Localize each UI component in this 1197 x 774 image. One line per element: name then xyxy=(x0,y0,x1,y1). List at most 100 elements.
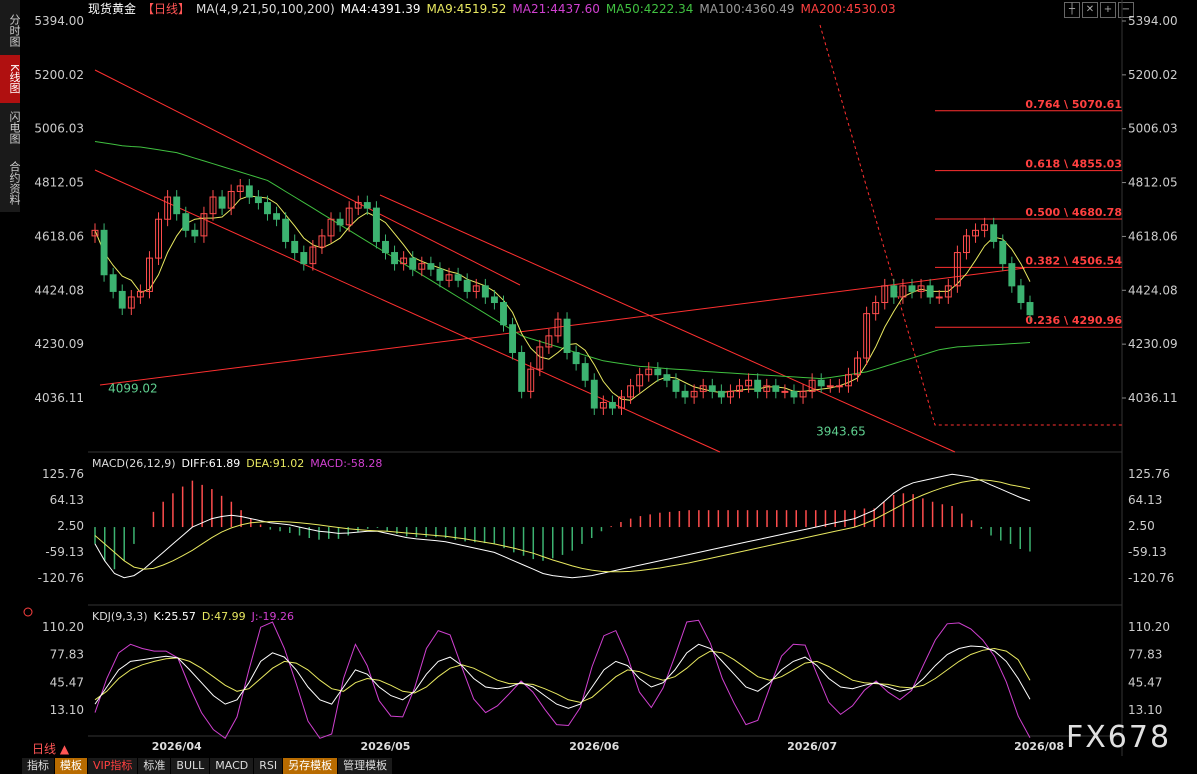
candle-body xyxy=(590,379,598,409)
candle-body xyxy=(654,368,662,376)
price-tick-left-4: 4618.06 xyxy=(34,229,84,243)
trend-line-lower xyxy=(94,169,721,453)
kdj-tick-left-1: 77.83 xyxy=(50,648,84,662)
bottom-tab-5[interactable]: MACD xyxy=(210,758,254,774)
bottom-tab-1[interactable]: 模板 xyxy=(55,758,87,774)
price-tick-left-7: 4036.11 xyxy=(34,391,84,405)
candle-body xyxy=(191,229,199,237)
candle-body xyxy=(999,240,1007,265)
candle-body xyxy=(581,363,589,381)
price-tick-left-5: 4424.08 xyxy=(34,283,84,297)
bottom-tab-2[interactable]: VIP指标 xyxy=(88,758,138,774)
candle-body xyxy=(1026,302,1034,316)
kdj-j-line xyxy=(94,619,1031,740)
kdj-tick-right-0: 110.20 xyxy=(1128,620,1170,634)
candle-body xyxy=(264,202,271,215)
fx678-logo: FX678 xyxy=(1066,720,1172,755)
price-tick-left-6: 4230.09 xyxy=(34,337,84,351)
price-tick-left-1: 5200.02 xyxy=(34,68,84,82)
candle-body xyxy=(218,196,226,209)
candle-body xyxy=(935,296,943,299)
candle-body xyxy=(908,285,916,292)
price-tick-right-4: 4618.06 xyxy=(1128,229,1178,243)
kdj-tick-left-3: 13.10 xyxy=(50,703,84,717)
candle-body xyxy=(436,268,444,281)
macd-tick-right-4: -120.76 xyxy=(1128,571,1174,585)
time-tick-4: 2026/08 xyxy=(1014,740,1064,753)
candle-body xyxy=(518,351,526,392)
bottom-tab-6[interactable]: RSI xyxy=(254,758,283,774)
candle-body xyxy=(1017,285,1025,304)
bottom-tab-0[interactable]: 指标 xyxy=(22,758,54,774)
indicator-settings-icon xyxy=(23,607,33,617)
period-selector[interactable]: 日线 ▲ xyxy=(32,740,69,757)
candle-body xyxy=(754,379,762,392)
kdj-tick-left-2: 45.47 xyxy=(50,675,84,689)
time-tick-2: 2026/06 xyxy=(569,740,619,753)
candle-body xyxy=(481,285,489,298)
bottom-tab-4[interactable]: BULL xyxy=(171,758,210,774)
ma50-line xyxy=(94,141,1031,380)
bottom-tab-8[interactable]: 管理模板 xyxy=(338,758,393,774)
kdj-tick-left-0: 110.20 xyxy=(42,620,84,634)
candle-body xyxy=(708,385,716,392)
candle-body xyxy=(1008,263,1016,287)
candle-body xyxy=(717,390,725,398)
candle-body xyxy=(990,224,998,242)
macd-tick-left-2: 2.50 xyxy=(57,519,84,533)
price-tick-right-3: 4812.05 xyxy=(1128,176,1178,190)
chart-canvas[interactable]: 5394.00 5394.00 5200.02 5200.02 5006.03 5006.… xyxy=(0,0,1197,774)
fib-level-label-2: 0.500 \ 4680.78 xyxy=(1025,206,1122,219)
candle-body xyxy=(273,213,281,220)
macd-dea-line xyxy=(94,479,1031,573)
candle-body xyxy=(509,324,517,353)
candle-body xyxy=(118,290,126,309)
candle-body xyxy=(890,285,898,298)
candle-body xyxy=(572,351,580,365)
price-tick-right-1: 5200.02 xyxy=(1128,68,1178,82)
fib-level-label-0: 0.764 \ 5070.61 xyxy=(1025,98,1122,111)
candle-body xyxy=(254,196,262,204)
price-tick-right-2: 5006.03 xyxy=(1128,122,1178,136)
candle-body xyxy=(781,390,789,393)
kdj-tick-right-2: 45.47 xyxy=(1128,675,1162,689)
macd-diff-line xyxy=(94,473,1031,579)
candle-body xyxy=(500,302,507,326)
candle-body xyxy=(363,202,371,209)
candle-body xyxy=(672,379,680,392)
price-tick-left-0: 5394.00 xyxy=(34,14,84,28)
macd-tick-right-3: -59.13 xyxy=(1128,545,1167,559)
candle-body xyxy=(926,285,934,298)
candle-body xyxy=(817,379,825,387)
bottom-toolbar: 指标 模板 VIP指标 标准 BULL MACD RSI 另存模板 管理模板 xyxy=(22,758,393,774)
bottom-tab-7[interactable]: 另存模板 xyxy=(283,758,338,774)
fib-level-label-1: 0.618 \ 4855.03 xyxy=(1025,158,1122,171)
macd-tick-left-3: -59.13 xyxy=(45,545,84,559)
candle-body xyxy=(790,390,798,398)
annotation-low2: 3943.65 xyxy=(816,425,866,439)
candle-body xyxy=(463,279,471,292)
macd-tick-right-2: 2.50 xyxy=(1128,519,1155,533)
ma9-line xyxy=(94,195,1031,401)
macd-tick-right-1: 64.13 xyxy=(1128,493,1162,507)
price-tick-right-5: 4424.08 xyxy=(1128,283,1178,297)
candle-body xyxy=(372,207,380,242)
kdj-tick-right-1: 77.83 xyxy=(1128,648,1162,662)
macd-tick-left-1: 64.13 xyxy=(50,493,84,507)
candle-body xyxy=(245,185,253,198)
candle-body xyxy=(563,318,571,353)
candle-body xyxy=(490,296,498,304)
price-tick-left-2: 5006.03 xyxy=(34,122,84,136)
price-tick-right-6: 4230.09 xyxy=(1128,337,1178,351)
candle-body xyxy=(391,252,399,265)
candle-body xyxy=(454,274,462,281)
bottom-tab-3[interactable]: 标准 xyxy=(138,758,171,774)
kdj-d-line xyxy=(94,647,1031,703)
macd-tick-left-0: 125.76 xyxy=(42,467,84,481)
time-tick-1: 2026/05 xyxy=(361,740,411,753)
kdj-tick-right-3: 13.10 xyxy=(1128,703,1162,717)
macd-tick-right-0: 125.76 xyxy=(1128,467,1170,481)
candle-body xyxy=(182,213,190,231)
candle-body xyxy=(826,385,834,388)
fib-level-label-4: 0.236 \ 4290.96 xyxy=(1025,314,1122,327)
